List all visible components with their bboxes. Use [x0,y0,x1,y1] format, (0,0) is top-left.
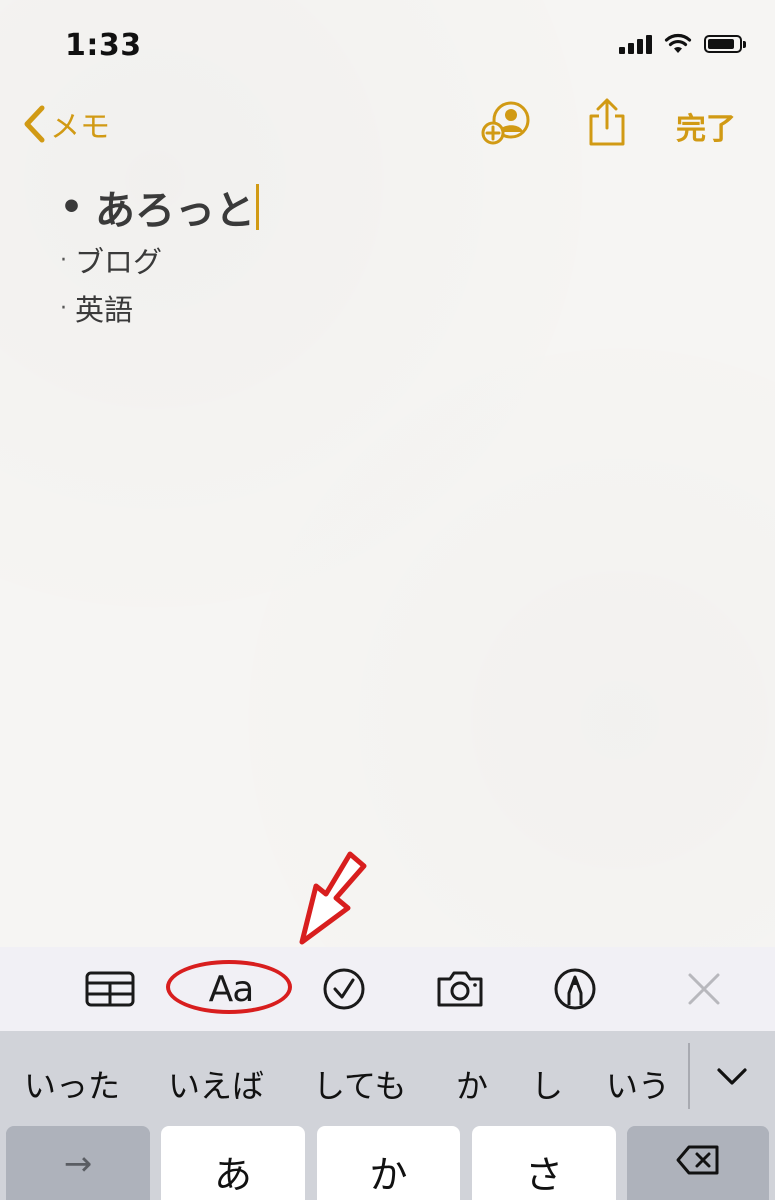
keyboard: → あ か さ [0,1124,775,1200]
text-cursor [256,184,260,230]
key-a-label: あ [213,1153,252,1197]
bullet: • [60,186,84,228]
camera-button[interactable] [432,947,488,1031]
battery-icon [704,35,746,53]
camera-icon [437,971,483,1007]
key-sa[interactable]: さ [472,1126,616,1200]
prediction-candidate[interactable]: いえば [168,1061,264,1107]
pen-circle-icon [554,968,596,1010]
share-icon[interactable] [585,96,629,148]
prediction-candidate[interactable]: いう [606,1061,670,1107]
backspace-icon [676,1145,719,1175]
prediction-candidate[interactable]: か [456,1061,488,1107]
status-time: 1:33 [65,28,142,63]
wifi-icon [664,33,692,53]
done-button[interactable]: 完了 [676,104,736,148]
prediction-divider [688,1043,690,1109]
close-toolbar-button[interactable] [682,947,726,1031]
note-body[interactable]: • あろっと · ブログ · 英語 [60,178,735,332]
chevron-down-icon[interactable] [715,1059,749,1093]
add-person-icon[interactable] [480,100,536,146]
notes-screen: 1:33 メモ 完了 • あろっと · ブログ · 英語 Aa いった いえば … [0,0,775,1200]
markup-button[interactable] [550,947,600,1031]
annotation-arrow-icon [299,851,367,945]
format-button[interactable]: Aa [166,947,296,1031]
note-title-line: • あろっと [60,178,735,236]
back-button[interactable]: メモ [22,102,110,146]
cellular-signal-icon [619,34,652,54]
note-toolbar: Aa [0,947,775,1031]
key-ka[interactable]: か [317,1126,460,1200]
item-bullet: · [60,247,67,273]
key-ka-label: か [369,1153,408,1197]
arrow-key[interactable]: → [6,1126,150,1200]
key-sa-label: さ [524,1153,563,1197]
chevron-left-icon [24,105,45,143]
prediction-bar: いった いえば しても か し いう [0,1031,775,1124]
prediction-candidate[interactable]: し [531,1061,563,1107]
status-icons [619,33,746,55]
list-item-text: ブログ [75,245,163,279]
table-icon [85,971,135,1007]
checklist-button[interactable] [318,947,370,1031]
list-item: · 英語 [60,284,735,332]
key-a[interactable]: あ [161,1126,305,1200]
item-bullet: · [60,295,67,321]
prediction-candidate[interactable]: いった [24,1061,120,1107]
checkmark-circle-icon [323,968,365,1010]
close-icon [688,973,720,1005]
back-label: メモ [50,110,110,145]
highlight-ellipse [166,960,292,1014]
arrow-key-label: → [63,1144,93,1184]
note-title: あろっと [95,188,256,234]
list-item-text: 英語 [75,293,134,327]
table-button[interactable] [82,947,138,1031]
delete-key[interactable] [627,1126,769,1200]
prediction-candidate[interactable]: しても [313,1061,406,1107]
list-item: · ブログ [60,236,735,284]
